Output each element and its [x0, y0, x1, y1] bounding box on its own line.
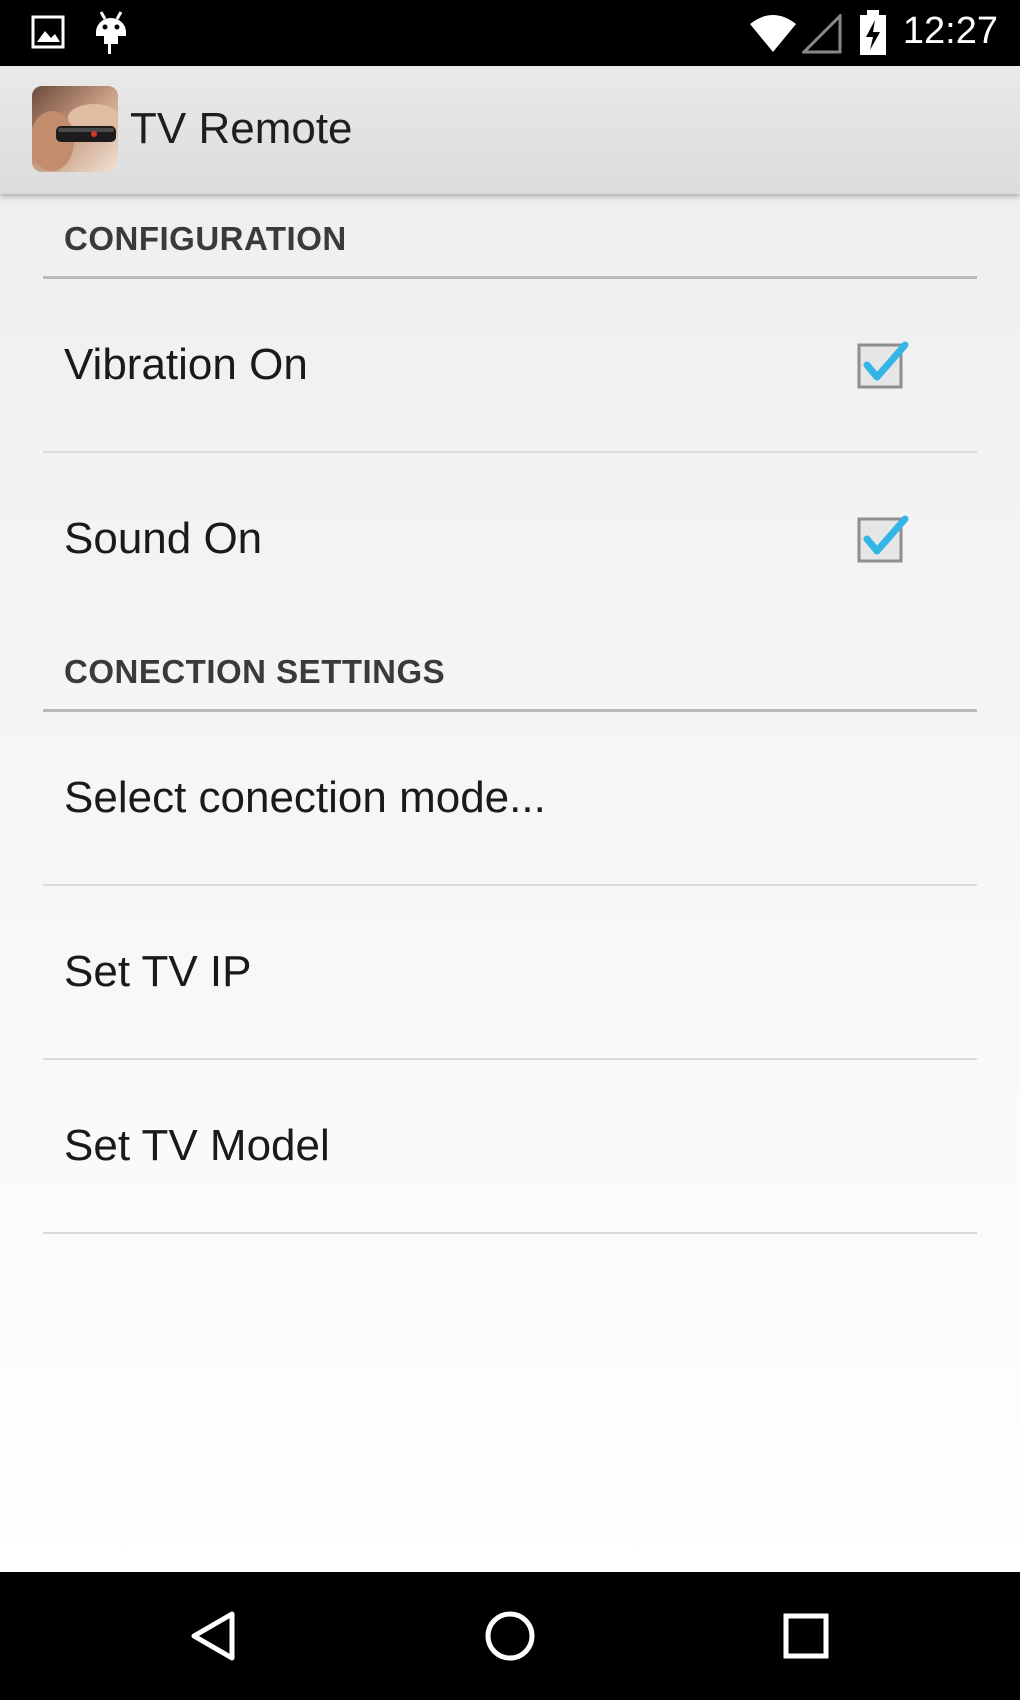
wifi-icon — [750, 15, 796, 52]
status-bar: 12:27 — [0, 0, 1020, 66]
tv-remote-app-icon[interactable] — [32, 86, 118, 172]
pref-label: Sound On — [64, 514, 263, 563]
pref-tv-ip[interactable]: Set TV IP — [43, 886, 977, 1060]
home-icon[interactable] — [480, 1606, 540, 1666]
section-header-label: CONFIGURATION — [64, 220, 347, 257]
sound-checkbox[interactable] — [853, 509, 913, 569]
navigation-bar — [0, 1572, 1020, 1700]
pref-vibration[interactable]: Vibration On — [43, 279, 977, 453]
pref-label: Set TV IP — [64, 947, 252, 996]
pref-sound[interactable]: Sound On — [43, 453, 977, 625]
cell-signal-icon — [802, 14, 842, 54]
preferences-list: CONFIGURATION Vibration On Sound On CONE… — [0, 194, 1020, 1572]
status-time: 12:27 — [902, 10, 998, 52]
pref-connection-mode[interactable]: Select conection mode... — [43, 712, 977, 886]
android-notification-icon — [96, 11, 126, 54]
section-header-connection: CONECTION SETTINGS — [43, 625, 977, 712]
recents-icon[interactable] — [776, 1606, 836, 1666]
action-bar: TV Remote — [0, 66, 1020, 194]
pref-tv-model[interactable]: Set TV Model — [43, 1060, 977, 1234]
section-header-configuration: CONFIGURATION — [43, 194, 977, 279]
battery-charging-icon — [860, 10, 886, 55]
pref-label: Set TV Model — [64, 1121, 330, 1170]
pref-label: Vibration On — [64, 340, 308, 389]
section-header-label: CONECTION SETTINGS — [64, 653, 446, 690]
vibration-checkbox[interactable] — [853, 335, 913, 395]
app-title: TV Remote — [130, 104, 353, 153]
image-notification-icon — [31, 15, 65, 49]
pref-label: Select conection mode... — [64, 773, 546, 822]
back-icon[interactable] — [184, 1606, 244, 1666]
